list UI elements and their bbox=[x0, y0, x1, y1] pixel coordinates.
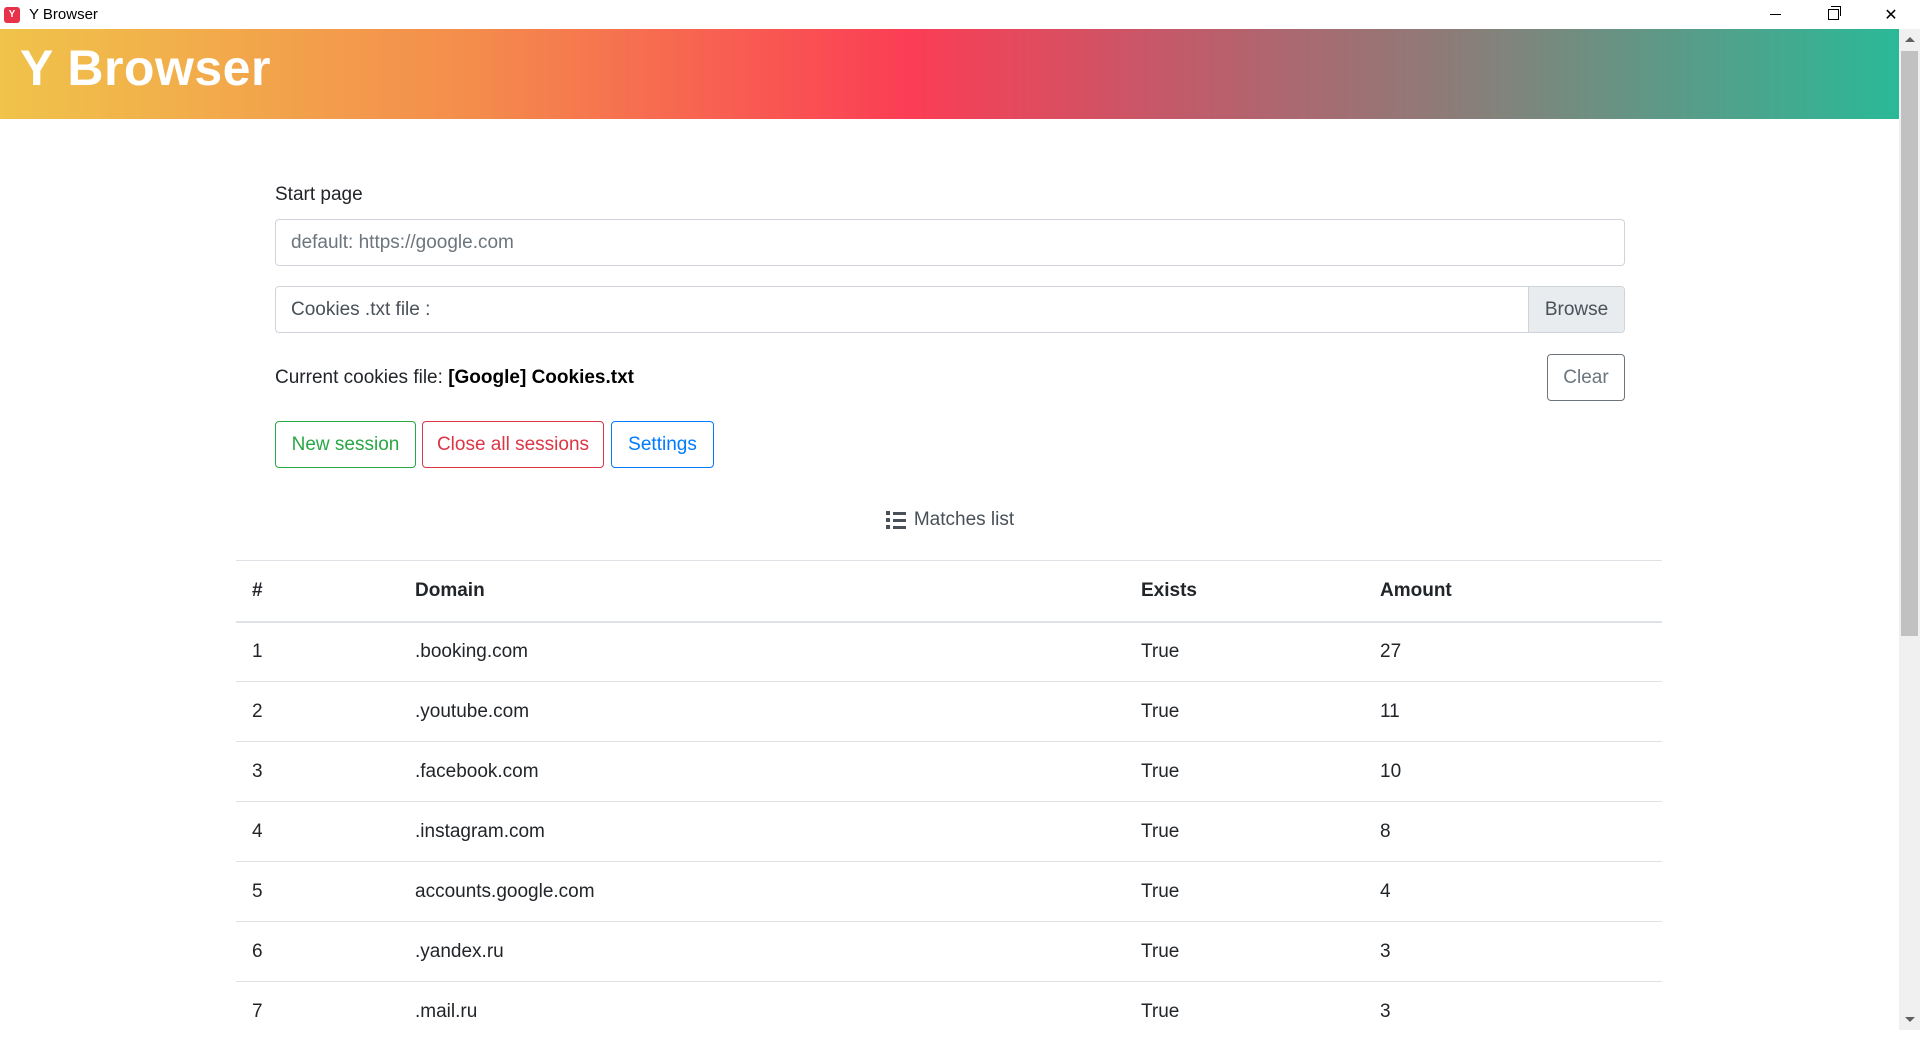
table-header-row: # Domain Exists Amount bbox=[236, 560, 1662, 622]
row-domain: .youtube.com bbox=[399, 681, 1125, 742]
scroll-up-arrow-icon[interactable] bbox=[1905, 37, 1915, 42]
new-session-button[interactable]: New session bbox=[275, 421, 416, 468]
row-number: 4 bbox=[236, 801, 399, 862]
column-header-exists: Exists bbox=[1125, 560, 1364, 622]
start-page-label: Start page bbox=[275, 184, 363, 205]
table-row: 7 .mail.ru True 3 bbox=[236, 981, 1662, 1042]
table-row: 6 .yandex.ru True 3 bbox=[236, 921, 1662, 982]
cookies-file-picker[interactable]: Cookies .txt file : Browse bbox=[275, 286, 1625, 333]
table-row: 5 accounts.google.com True 4 bbox=[236, 861, 1662, 922]
window-titlebar: Y Y Browser ✕ bbox=[0, 0, 1920, 29]
current-cookies-file: Current cookies file: [Google] Cookies.t… bbox=[275, 367, 634, 389]
minimize-button[interactable] bbox=[1746, 0, 1804, 29]
table-row: 3 .facebook.com True 10 bbox=[236, 741, 1662, 802]
row-domain: .instagram.com bbox=[399, 801, 1125, 862]
app-icon: Y bbox=[4, 6, 20, 23]
header-title: Y Browser bbox=[20, 40, 271, 96]
column-header-domain: Domain bbox=[399, 560, 1125, 622]
row-amount: 10 bbox=[1364, 741, 1662, 802]
clear-button[interactable]: Clear bbox=[1547, 354, 1625, 401]
row-number: 6 bbox=[236, 921, 399, 982]
row-exists: True bbox=[1125, 741, 1364, 802]
column-header-number: # bbox=[236, 560, 399, 622]
row-exists: True bbox=[1125, 681, 1364, 742]
row-number: 1 bbox=[236, 621, 399, 682]
minimize-icon bbox=[1769, 14, 1781, 15]
column-header-amount: Amount bbox=[1364, 560, 1662, 622]
header-banner: Y Browser bbox=[0, 29, 1899, 119]
matches-table: # Domain Exists Amount 1 .booking.com Tr… bbox=[236, 560, 1662, 1042]
row-exists: True bbox=[1125, 801, 1364, 862]
matches-heading-text: Matches list bbox=[913, 509, 1015, 530]
current-cookies-prefix: Current cookies file: bbox=[275, 367, 443, 388]
row-exists: True bbox=[1125, 861, 1364, 922]
row-domain: .booking.com bbox=[399, 621, 1125, 682]
current-cookies-filename: [Google] Cookies.txt bbox=[448, 367, 634, 388]
scroll-thumb[interactable] bbox=[1901, 51, 1918, 636]
window-title: Y Browser bbox=[29, 6, 98, 23]
maximize-button[interactable] bbox=[1804, 0, 1862, 29]
row-domain: .mail.ru bbox=[399, 981, 1125, 1042]
close-button[interactable]: ✕ bbox=[1862, 0, 1920, 29]
row-number: 5 bbox=[236, 861, 399, 922]
row-domain: accounts.google.com bbox=[399, 861, 1125, 922]
list-icon bbox=[885, 511, 906, 529]
row-amount: 3 bbox=[1364, 981, 1662, 1042]
row-amount: 3 bbox=[1364, 921, 1662, 982]
start-page-input[interactable] bbox=[275, 219, 1625, 266]
close-icon: ✕ bbox=[1884, 6, 1898, 24]
row-number: 3 bbox=[236, 741, 399, 802]
settings-button[interactable]: Settings bbox=[611, 421, 714, 468]
browse-button[interactable]: Browse bbox=[1528, 287, 1624, 332]
row-amount: 4 bbox=[1364, 861, 1662, 922]
vertical-scrollbar[interactable] bbox=[1899, 29, 1920, 1030]
restore-icon bbox=[1827, 6, 1841, 20]
row-number: 2 bbox=[236, 681, 399, 742]
row-domain: .yandex.ru bbox=[399, 921, 1125, 982]
row-exists: True bbox=[1125, 621, 1364, 682]
row-amount: 11 bbox=[1364, 681, 1662, 742]
table-row: 4 .instagram.com True 8 bbox=[236, 801, 1662, 862]
row-amount: 27 bbox=[1364, 621, 1662, 682]
row-amount: 8 bbox=[1364, 801, 1662, 862]
matches-heading: Matches list bbox=[275, 509, 1625, 531]
table-row: 1 .booking.com True 27 bbox=[236, 621, 1662, 682]
close-all-sessions-button[interactable]: Close all sessions bbox=[422, 421, 604, 468]
scroll-down-arrow-icon[interactable] bbox=[1905, 1017, 1915, 1022]
table-row: 2 .youtube.com True 11 bbox=[236, 681, 1662, 742]
row-domain: .facebook.com bbox=[399, 741, 1125, 802]
window-controls: ✕ bbox=[1746, 0, 1920, 29]
cookies-file-label[interactable]: Cookies .txt file : bbox=[276, 287, 1528, 332]
row-exists: True bbox=[1125, 981, 1364, 1042]
row-number: 7 bbox=[236, 981, 399, 1042]
row-exists: True bbox=[1125, 921, 1364, 982]
